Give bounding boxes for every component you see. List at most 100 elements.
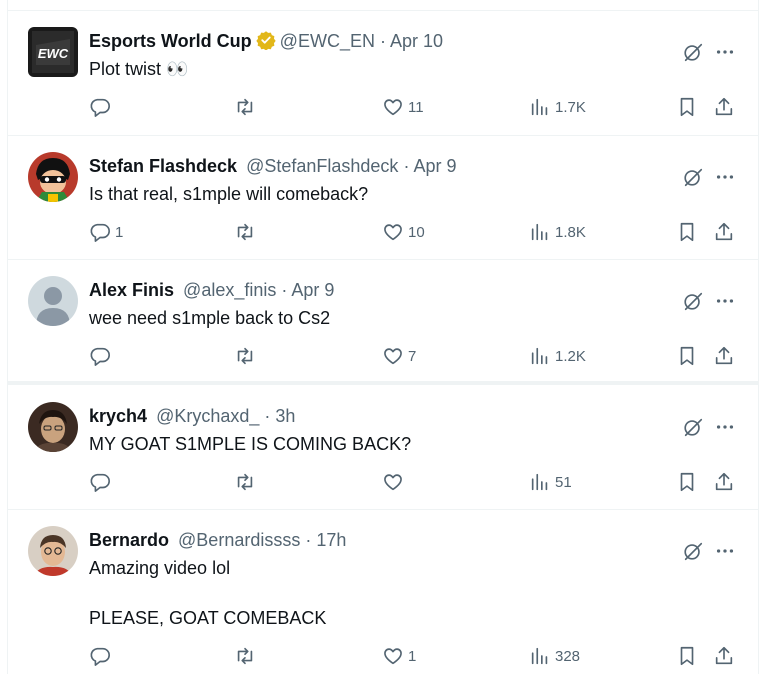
share-button[interactable]: [713, 220, 735, 244]
reply-icon: [90, 98, 110, 117]
tweet-timestamp[interactable]: Apr 9: [291, 280, 334, 300]
tweet-timestamp[interactable]: 3h: [275, 406, 295, 426]
retweet-button[interactable]: [234, 220, 260, 244]
tweet-timestamp[interactable]: 17h: [316, 530, 346, 550]
share-icon: [715, 472, 733, 491]
grok-icon[interactable]: [682, 290, 704, 312]
tweet-text: wee need s1mple back to Cs2: [89, 308, 331, 328]
bookmark-button[interactable]: [676, 220, 698, 244]
display-name[interactable]: Stefan Flashdeck: [89, 156, 237, 176]
reply-button[interactable]: [89, 470, 115, 494]
retweet-button[interactable]: [234, 344, 260, 368]
retweet-icon: [237, 98, 253, 116]
heart-icon: [384, 648, 402, 665]
bookmark-icon: [680, 222, 694, 242]
retweet-icon: [237, 473, 253, 491]
tweet-header: Esports World Cup @EWC_EN · Apr 10: [89, 29, 443, 53]
retweet-button[interactable]: [234, 644, 260, 668]
bookmark-button[interactable]: [676, 95, 698, 119]
avatar[interactable]: EWC: [28, 27, 78, 77]
more-icon[interactable]: [714, 166, 736, 188]
bookmark-button[interactable]: [676, 344, 698, 368]
retweet-icon: [237, 223, 253, 241]
share-icon: [715, 646, 733, 665]
user-handle[interactable]: @Bernardissss: [178, 530, 300, 550]
reply-button[interactable]: [89, 344, 115, 368]
display-name[interactable]: Esports World Cup: [89, 31, 252, 51]
avatar[interactable]: [28, 276, 78, 326]
tweet-item[interactable]: Alex Finis @alex_finis · Apr 9 wee need …: [8, 260, 758, 385]
user-handle[interactable]: @alex_finis: [183, 280, 276, 300]
separator-dot: ·: [281, 280, 288, 300]
avatar[interactable]: [28, 526, 78, 576]
display-name[interactable]: Bernardo: [89, 530, 169, 550]
reply-button[interactable]: [89, 95, 115, 119]
user-handle[interactable]: @EWC_EN: [280, 31, 375, 51]
user-handle[interactable]: @Krychaxd_: [156, 406, 259, 426]
share-button[interactable]: [713, 344, 735, 368]
separator-dot: ·: [403, 156, 410, 176]
view-count: 328: [555, 647, 581, 665]
tweet-text: Plot twist 👀: [89, 59, 189, 79]
views-button[interactable]: 1.7K: [529, 95, 586, 119]
like-button[interactable]: 10: [382, 220, 425, 244]
like-button[interactable]: [382, 470, 408, 494]
like-button[interactable]: 1: [382, 644, 416, 668]
bookmark-button[interactable]: [676, 470, 698, 494]
tweet-item[interactable]: EWC Esports World Cup @EWC_EN · Apr 10 Pl…: [8, 11, 758, 136]
grok-icon[interactable]: [682, 41, 704, 63]
share-icon: [715, 97, 733, 116]
display-name[interactable]: Alex Finis: [89, 280, 174, 300]
more-icon[interactable]: [714, 540, 736, 562]
action-bar: 1 328: [89, 644, 749, 668]
tweet-item[interactable]: Bernardo @Bernardissss · 17h Amazing vid…: [8, 510, 758, 674]
views-icon: [531, 223, 548, 241]
like-count: 10: [408, 223, 425, 241]
tweet-header: Stefan Flashdeck @StefanFlashdeck · Apr …: [89, 154, 457, 178]
share-button[interactable]: [713, 470, 735, 494]
user-handle[interactable]: @StefanFlashdeck: [246, 156, 398, 176]
tweet-timestamp[interactable]: Apr 10: [390, 31, 443, 51]
like-button[interactable]: 7: [382, 344, 416, 368]
view-count: 1.2K: [555, 347, 586, 365]
view-count: 1.8K: [555, 223, 586, 241]
more-icon[interactable]: [714, 290, 736, 312]
grok-icon[interactable]: [682, 540, 704, 562]
reply-count: 1: [115, 223, 124, 241]
share-button[interactable]: [713, 644, 735, 668]
separator-dot: ·: [305, 530, 312, 550]
avatar[interactable]: [28, 402, 78, 452]
views-button[interactable]: 51: [529, 470, 572, 494]
reply-button[interactable]: [89, 644, 115, 668]
views-button[interactable]: 1.8K: [529, 220, 586, 244]
more-icon[interactable]: [714, 416, 736, 438]
bookmark-button[interactable]: [676, 644, 698, 668]
more-icon[interactable]: [714, 41, 736, 63]
views-button[interactable]: 328: [529, 644, 580, 668]
like-button[interactable]: 11: [382, 95, 424, 119]
tweet-item[interactable]: Stefan Flashdeck @StefanFlashdeck · Apr …: [8, 136, 758, 260]
views-button[interactable]: 1.2K: [529, 344, 586, 368]
avatar[interactable]: [28, 152, 78, 202]
share-button[interactable]: [713, 95, 735, 119]
display-name[interactable]: krych4: [89, 406, 147, 426]
reply-icon: [90, 473, 110, 492]
grok-icon[interactable]: [682, 416, 704, 438]
tweet-header: Alex Finis @alex_finis · Apr 9: [89, 278, 334, 302]
retweet-icon: [237, 647, 253, 665]
bookmark-icon: [680, 97, 694, 117]
action-bar: 1 10 1.8K: [89, 220, 749, 244]
like-count: 11: [408, 98, 424, 116]
tweet-text: MY GOAT S1MPLE IS COMING BACK?: [89, 434, 412, 454]
reply-button[interactable]: 1: [89, 220, 123, 244]
like-count: 1: [408, 647, 417, 665]
tweet-header: Bernardo @Bernardissss · 17h: [89, 528, 346, 552]
retweet-button[interactable]: [234, 470, 260, 494]
tweet-item[interactable]: krych4 @Krychaxd_ · 3h MY GOAT S1MPLE IS…: [8, 386, 758, 510]
grok-icon[interactable]: [682, 166, 704, 188]
tweet-timestamp[interactable]: Apr 9: [413, 156, 456, 176]
share-icon: [715, 346, 733, 365]
action-bar: 51: [89, 470, 749, 494]
view-count: 51: [555, 473, 572, 491]
retweet-button[interactable]: [234, 95, 260, 119]
